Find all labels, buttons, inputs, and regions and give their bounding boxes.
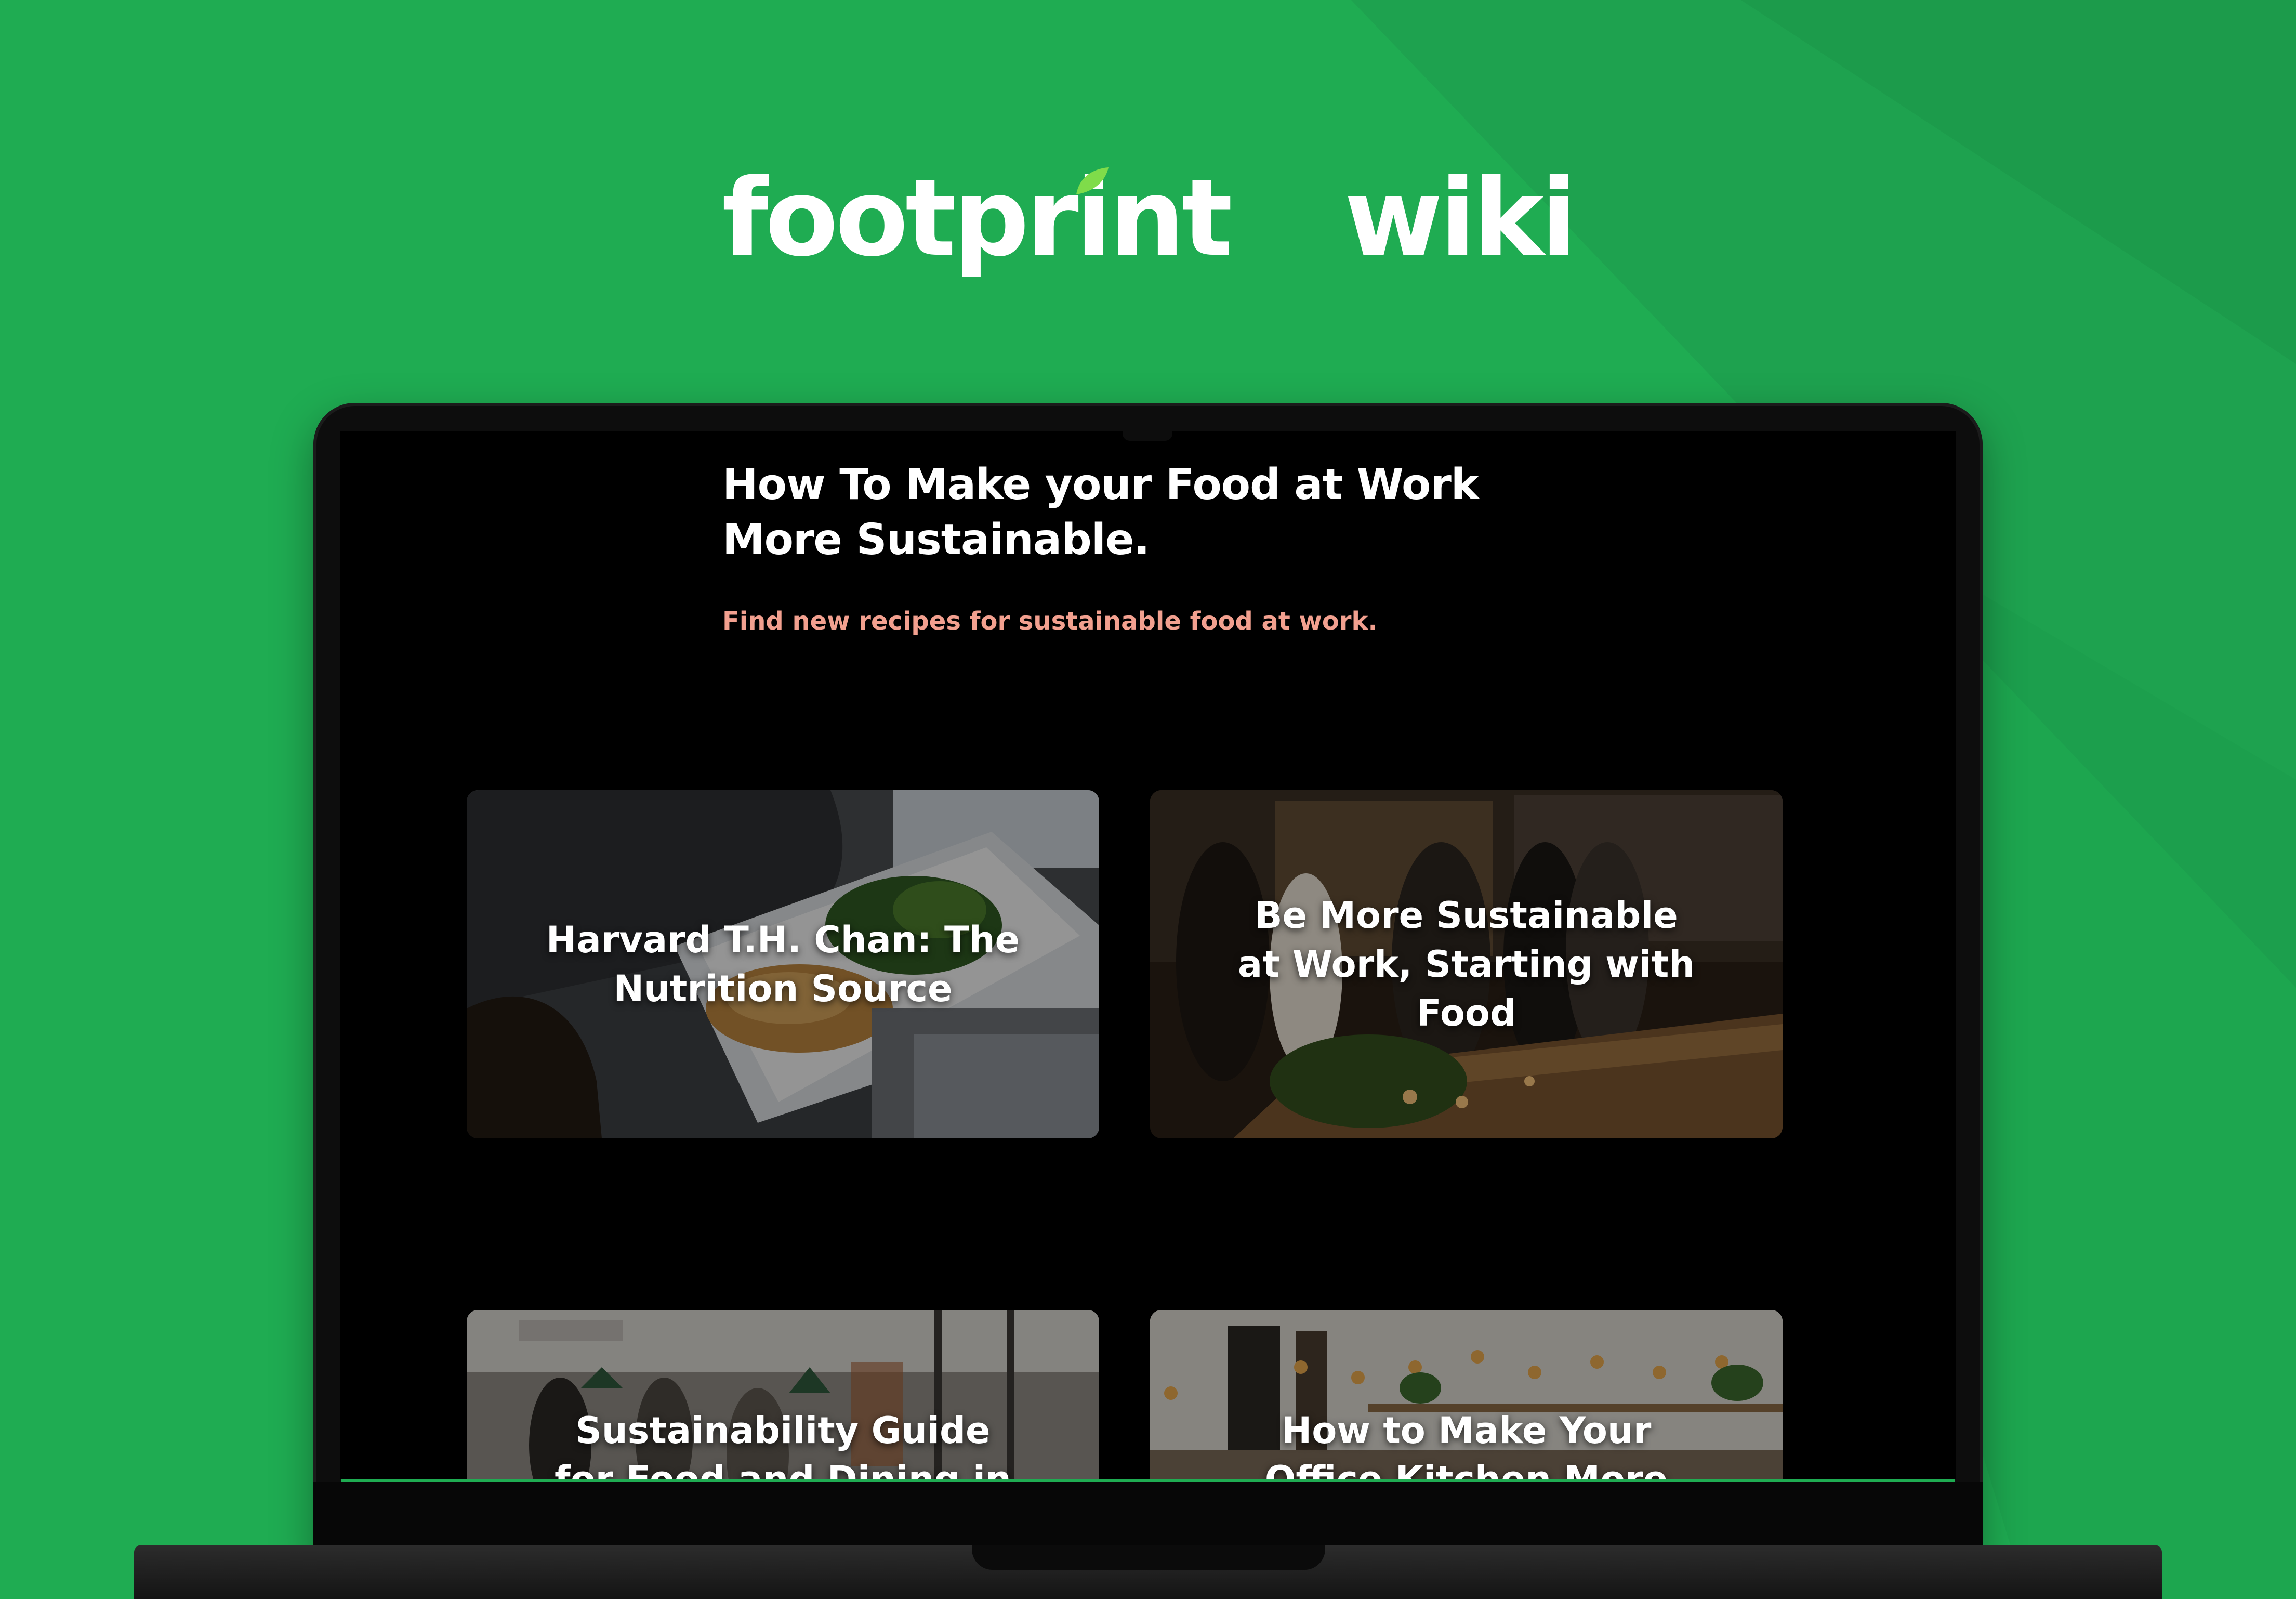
card-title: How to Make Your Office Kitchen More: [1264, 1409, 1668, 1479]
page-title: How To Make your Food at Work More Susta…: [722, 460, 1479, 565]
card-title: Be More Sustainable at Work, Starting wi…: [1237, 894, 1695, 1034]
article-card-sustainable-at-work[interactable]: Be More Sustainable at Work, Starting wi…: [1150, 790, 1783, 1138]
card-title: Sustainability Guide for Food and Dining…: [555, 1409, 1011, 1479]
card-title: Harvard T.H. Chan: The Nutrition Source: [546, 919, 1020, 1010]
laptop-screen[interactable]: How To Make your Food at Work More Susta…: [340, 431, 1956, 1479]
camera-notch: [1123, 427, 1172, 441]
leaf-icon: [1076, 167, 1109, 194]
laptop-hinge-groove: [972, 1545, 1325, 1570]
article-card-harvard-nutrition[interactable]: Harvard T.H. Chan: The Nutrition Source: [467, 790, 1099, 1138]
footprint-wiki-logo: footprint wiki: [0, 156, 2296, 281]
logo-word-footprint: footprint: [722, 156, 1233, 280]
logo-word-wiki: wiki: [1344, 156, 1577, 280]
article-card-sustainability-guide[interactable]: Sustainability Guide for Food and Dining…: [467, 1310, 1099, 1479]
article-card-office-kitchen[interactable]: How to Make Your Office Kitchen More: [1150, 1310, 1783, 1479]
page-subtitle: Find new recipes for sustainable food at…: [722, 607, 1378, 636]
